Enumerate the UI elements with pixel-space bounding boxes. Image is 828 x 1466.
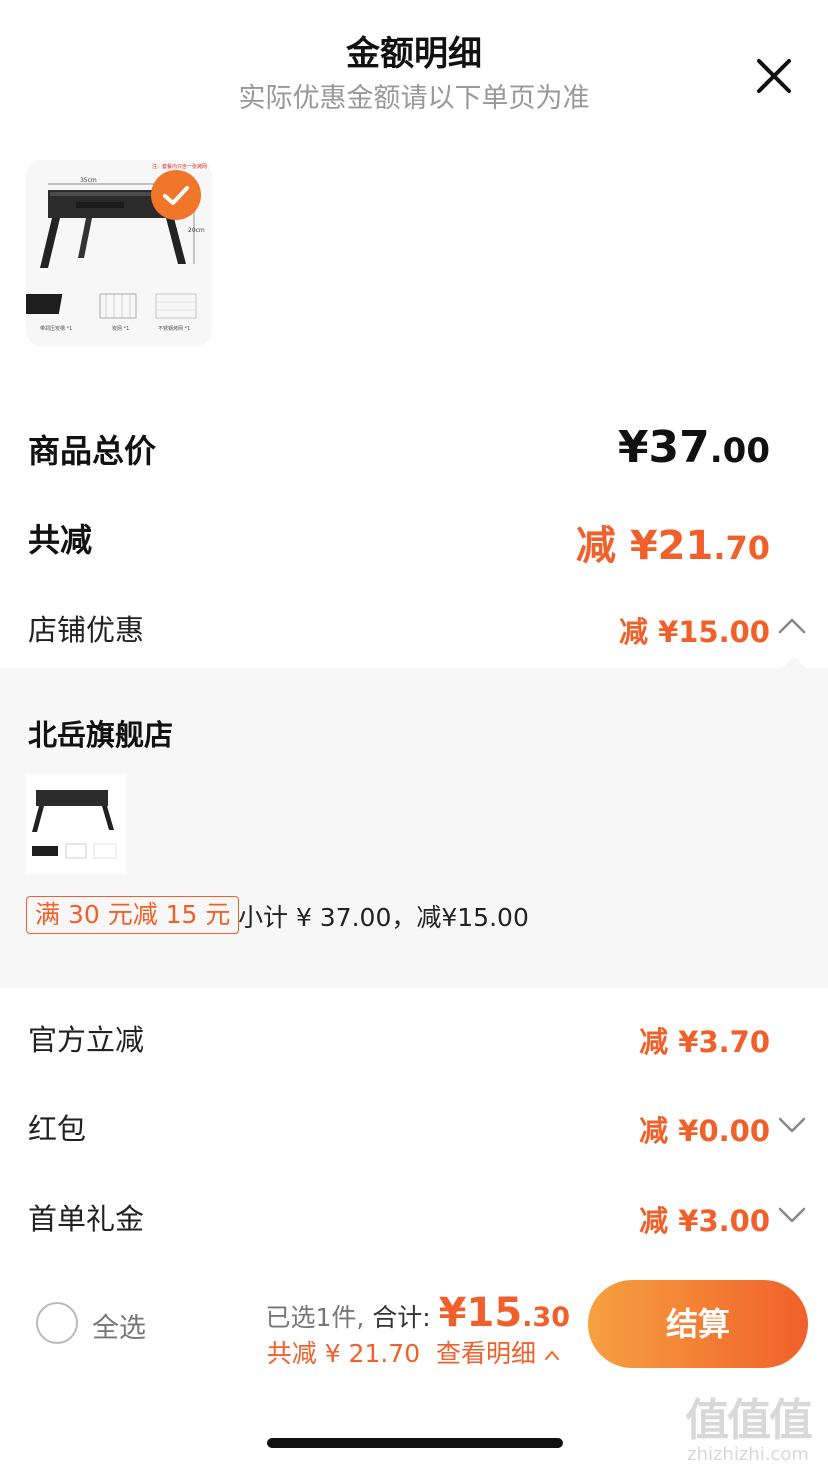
store-discount-row[interactable]: 店铺优惠 减 ¥15.00 [0, 593, 828, 663]
svg-text:20cm: 20cm [188, 227, 205, 234]
select-all-radio[interactable] [36, 1302, 78, 1344]
select-all-label[interactable]: 全选 [92, 1306, 146, 1345]
chevron-up-small-icon [545, 1351, 559, 1360]
store-product-image[interactable] [26, 774, 126, 874]
panel-notch [782, 656, 806, 668]
header: 金额明细 实际优惠金额请以下单页为准 [0, 0, 828, 130]
svg-text:35cm: 35cm [80, 177, 97, 184]
chevron-down-icon[interactable] [778, 1116, 806, 1134]
bbq-grill-thumb [26, 774, 126, 874]
view-detail-link[interactable]: 共减 ¥ 21.70 查看明细 [267, 1334, 560, 1370]
close-icon[interactable] [752, 54, 796, 98]
chevron-down-icon[interactable] [778, 1206, 806, 1224]
store-discount-panel: 北岳旗舰店 满 30 元减 15 元 小计 ¥ 37.00，减¥15.00 [0, 668, 828, 988]
watermark: 值值值 zhizhizhi.com [685, 1395, 813, 1465]
total-reduce-row: 共减 减 ¥21.70 [0, 503, 828, 573]
svg-text:炭网 *1: 炭网 *1 [112, 325, 129, 332]
svg-text:注：套餐内只含一张烤网: 注：套餐内只含一张烤网 [152, 163, 207, 170]
total-price-row: 商品总价 ¥37.00 [0, 414, 828, 484]
total-reduce-value: 减 ¥21.70 [575, 523, 770, 569]
svg-text:带凋压炭槽 *1: 带凋压炭槽 *1 [40, 325, 72, 332]
selected-check-icon[interactable] [151, 170, 201, 220]
official-discount-value: 减 ¥3.70 [639, 1025, 770, 1059]
total-reduce-label: 共减 [28, 521, 93, 559]
store-discount-value: 减 ¥15.00 [618, 615, 770, 649]
page-title: 金额明细 [346, 34, 482, 74]
svg-text:不锈钢烤网 *1: 不锈钢烤网 *1 [158, 325, 190, 332]
redpacket-label: 红包 [28, 1112, 87, 1146]
store-subtotal: 小计 ¥ 37.00，减¥15.00 [238, 903, 529, 932]
selection-summary: 已选1件, 合计: ¥15.30 [265, 1290, 570, 1336]
first-order-label: 首单礼金 [28, 1202, 145, 1236]
store-discount-label: 店铺优惠 [28, 613, 145, 647]
official-discount-label: 官方立减 [28, 1023, 145, 1057]
checkout-button[interactable]: 结算 [588, 1280, 808, 1368]
redpacket-value: 减 ¥0.00 [639, 1114, 770, 1148]
chevron-up-icon[interactable] [778, 617, 806, 635]
store-name: 北岳旗舰店 [28, 718, 174, 752]
total-price-label: 商品总价 [28, 432, 157, 470]
total-price-value: ¥37.00 [617, 422, 770, 473]
first-order-value: 减 ¥3.00 [639, 1204, 770, 1238]
promo-tag: 满 30 元减 15 元 [26, 896, 240, 934]
official-discount-row: 官方立减 减 ¥3.70 [0, 1003, 828, 1073]
sum-price: ¥15.30 [438, 1290, 570, 1336]
home-indicator [267, 1438, 563, 1448]
page-subtitle: 实际优惠金额请以下单页为准 [238, 83, 590, 114]
redpacket-row[interactable]: 红包 减 ¥0.00 [0, 1092, 828, 1162]
first-order-row[interactable]: 首单礼金 减 ¥3.00 [0, 1182, 828, 1252]
